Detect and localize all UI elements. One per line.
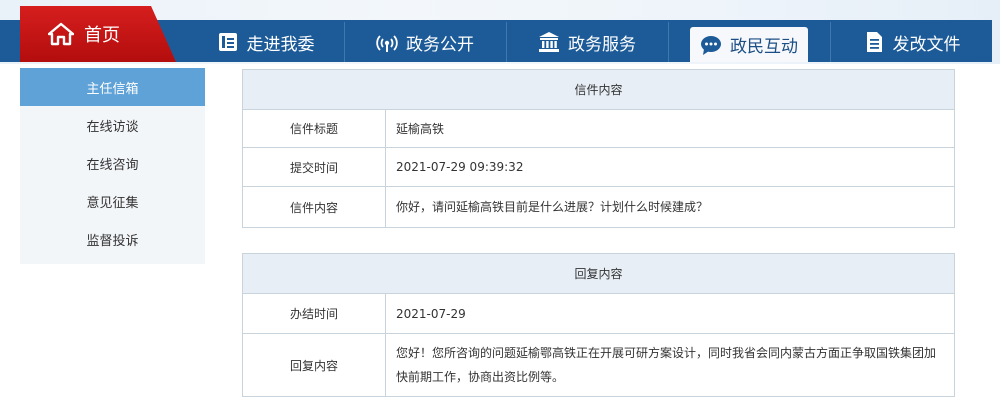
nav-item-interaction[interactable]: 政民互动 bbox=[690, 27, 808, 62]
nav-item-label: 走进我委 bbox=[246, 34, 315, 55]
letter-title-label: 信件标题 bbox=[243, 110, 386, 147]
completion-time-value: 2021-07-29 bbox=[396, 306, 466, 321]
sidebar-item-online-consultation[interactable]: 在线咨询 bbox=[20, 144, 205, 182]
sidebar: 主任信箱 在线访谈 在线咨询 意见征集 监督投诉 bbox=[20, 68, 205, 264]
sidebar-item-supervision-complaint[interactable]: 监督投诉 bbox=[20, 220, 205, 258]
completion-time-label: 办结时间 bbox=[243, 294, 386, 333]
sidebar-item-label: 监督投诉 bbox=[86, 233, 139, 249]
nav-item-gov-affairs[interactable]: 政务公开 bbox=[345, 22, 505, 62]
reply-table: 回复内容 办结时间 2021-07-29 回复内容 您好！您所咨询的问题延榆鄂高… bbox=[242, 253, 955, 397]
table-row: 办结时间 2021-07-29 bbox=[243, 294, 954, 334]
nav-item-label: 政务公开 bbox=[406, 34, 474, 55]
sidebar-item-label: 主任信箱 bbox=[86, 81, 139, 97]
nav-item-about[interactable]: 走进我委 bbox=[188, 22, 343, 62]
letter-table: 信件内容 信件标题 延榆高铁 提交时间 2021-07-29 09:39:32 … bbox=[242, 69, 955, 228]
sidebar-item-label: 在线访谈 bbox=[86, 119, 139, 135]
sidebar-item-opinion-collection[interactable]: 意见征集 bbox=[20, 182, 205, 220]
sidebar-item-online-interview[interactable]: 在线访谈 bbox=[20, 106, 205, 144]
building-icon bbox=[539, 32, 559, 52]
chat-bubble-icon bbox=[701, 35, 721, 55]
broadcast-icon bbox=[376, 35, 398, 52]
nav-item-label: 发改文件 bbox=[892, 34, 961, 55]
letter-table-header: 信件内容 bbox=[243, 70, 954, 110]
letter-content-value: 你好，请问延榆高铁目前是什么进展？计划什么时候建成？ bbox=[396, 200, 709, 214]
table-row: 提交时间 2021-07-29 09:39:32 bbox=[243, 148, 954, 187]
nav-item-label: 政民互动 bbox=[730, 37, 798, 57]
table-row: 信件内容 你好，请问延榆高铁目前是什么进展？计划什么时候建成？ bbox=[243, 187, 954, 227]
submit-time-label: 提交时间 bbox=[243, 148, 386, 186]
sidebar-item-label: 意见征集 bbox=[86, 195, 139, 211]
nav-home-label: 首页 bbox=[84, 25, 120, 46]
table-row: 回复内容 您好！您所咨询的问题延榆鄂高铁正在开展可研方案设计，同时我省会同内蒙古… bbox=[243, 334, 954, 396]
table-row: 信件标题 延榆高铁 bbox=[243, 110, 954, 148]
document-icon bbox=[866, 32, 882, 52]
nav-item-documents[interactable]: 发改文件 bbox=[831, 22, 992, 62]
reply-table-header: 回复内容 bbox=[243, 254, 954, 294]
reply-content-value: 您好！您所咨询的问题延榆鄂高铁正在开展可研方案设计，同时我省会同内蒙古方面正争取… bbox=[396, 346, 937, 384]
letter-title-value: 延榆高铁 bbox=[396, 121, 445, 136]
home-icon bbox=[48, 22, 74, 46]
nav-divider bbox=[668, 22, 669, 62]
reply-content-label: 回复内容 bbox=[243, 334, 386, 396]
sidebar-item-label: 在线咨询 bbox=[86, 157, 139, 173]
id-card-icon bbox=[218, 33, 237, 51]
nav-home-tab[interactable]: 首页 bbox=[20, 6, 176, 62]
nav-item-label: 政务服务 bbox=[568, 34, 636, 55]
sidebar-item-director-mailbox[interactable]: 主任信箱 bbox=[20, 68, 205, 106]
nav-item-gov-services[interactable]: 政务服务 bbox=[507, 22, 667, 62]
letter-content-label: 信件内容 bbox=[243, 187, 386, 227]
submit-time-value: 2021-07-29 09:39:32 bbox=[396, 160, 524, 174]
